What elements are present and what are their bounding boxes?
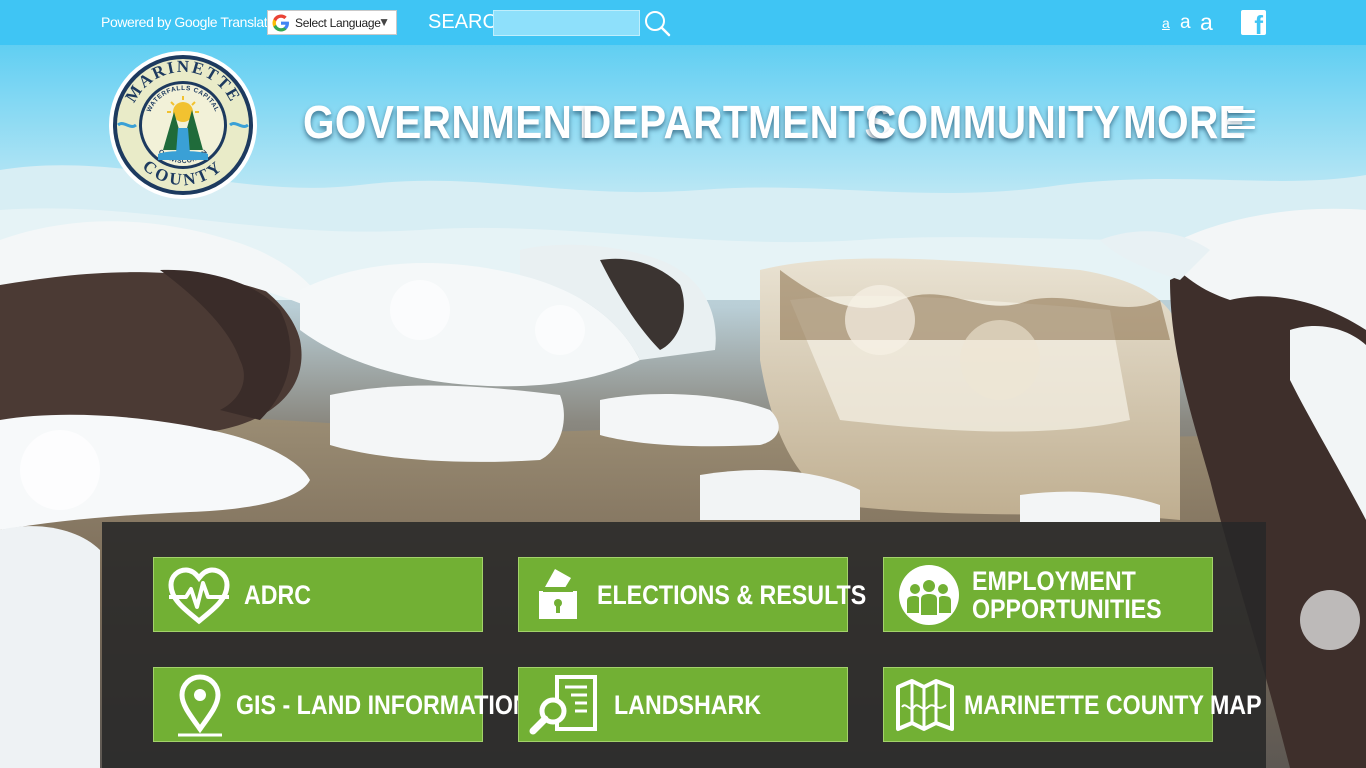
quick-link-elections[interactable]: ELECTIONS & RESULTS: [518, 557, 866, 632]
text-size-large-button[interactable]: a: [1200, 9, 1213, 36]
document-search-icon: [529, 675, 597, 735]
county-seal-logo[interactable]: MARINETTE COUNTY WATERFALLS CAPITAL OF W…: [108, 50, 258, 200]
quick-link-county-map[interactable]: MARINETTE COUNTY MAP: [883, 667, 1262, 742]
folded-map-icon: [896, 679, 954, 731]
quick-link-label: ELECTIONS & RESULTS: [597, 579, 867, 610]
quick-link-label: ADRC: [244, 579, 312, 610]
language-select[interactable]: Select Language ▼: [267, 10, 397, 35]
language-select-label: Select Language: [295, 15, 381, 30]
quick-link-label: MARINETTE COUNTY MAP: [964, 689, 1262, 720]
quick-link-employment[interactable]: EMPLOYMENT OPPORTUNITIES: [883, 557, 1213, 632]
quick-link-label-line1: EMPLOYMENT: [972, 565, 1136, 596]
powered-by-text: Powered by Google Translate: [101, 14, 275, 30]
quick-link-landshark[interactable]: LANDSHARK: [518, 667, 848, 742]
map-pin-icon: [178, 674, 222, 737]
people-group-icon: [899, 565, 959, 625]
quick-link-adrc[interactable]: ADRC: [153, 557, 483, 632]
google-g-icon: [272, 14, 289, 31]
caret-down-icon: ▼: [378, 15, 390, 29]
quick-link-label: GIS - LAND INFORMATION: [236, 689, 530, 720]
quick-link-label: LANDSHARK: [614, 689, 762, 720]
quick-link-gis[interactable]: GIS - LAND INFORMATION: [153, 667, 530, 742]
ballot-box-icon: [539, 569, 577, 619]
search-icon[interactable]: [643, 9, 671, 37]
nav-departments[interactable]: DEPARTMENTS: [582, 95, 892, 149]
text-size-medium-button[interactable]: a: [1180, 12, 1191, 34]
utility-bar: Powered by Google Translate Select Langu…: [0, 0, 1366, 45]
nav-government[interactable]: GOVERNMENT: [303, 95, 598, 149]
search-input[interactable]: [493, 10, 640, 36]
quick-link-label-line2: OPPORTUNITIES: [972, 593, 1162, 624]
text-size-small-button[interactable]: a: [1162, 15, 1170, 31]
heart-pulse-icon: [168, 567, 230, 625]
quick-link-label: EMPLOYMENT OPPORTUNITIES: [972, 567, 1162, 623]
hamburger-menu-icon[interactable]: [1228, 110, 1255, 132]
facebook-icon[interactable]: f: [1241, 10, 1266, 38]
nav-community[interactable]: COMMUNITY: [867, 95, 1121, 149]
